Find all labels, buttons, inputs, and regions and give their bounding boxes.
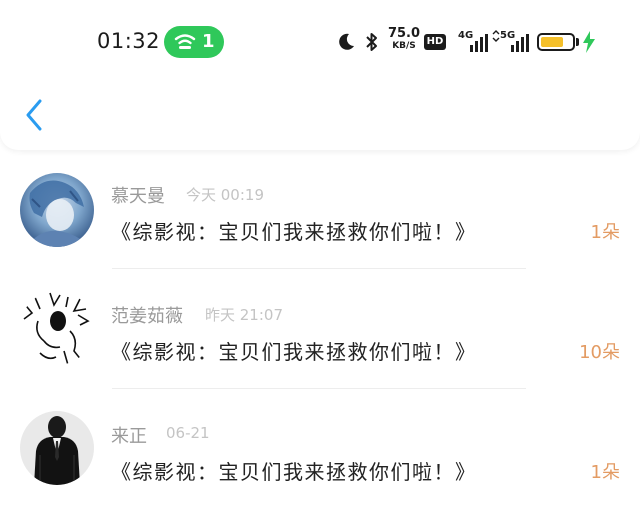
signal-icon: [470, 34, 488, 52]
status-time: 01:32: [97, 29, 161, 53]
avatar[interactable]: [20, 411, 94, 485]
hd-badge: HD: [424, 34, 446, 50]
user-name: 慕天曼: [111, 186, 165, 207]
net-speed: 75.0 KB/S: [387, 26, 421, 52]
list-item[interactable]: 范姜茹薇 昨天 21:07 《综影视：宝贝们我来拯救你们啦！》 10朵: [0, 270, 640, 390]
data-arrows-icon: [492, 30, 500, 42]
bluetooth-icon: [366, 33, 377, 51]
moon-icon: [339, 33, 354, 50]
top-header: 01:32 1 75.0 KB/S HD 4G 5G: [0, 0, 640, 150]
divider: [112, 388, 526, 389]
flower-count: 1朵: [590, 462, 620, 483]
chevron-left-icon: [26, 99, 42, 131]
list-item[interactable]: 来正 06-21 《综影视：宝贝们我来拯救你们啦！》 1朵: [0, 390, 640, 510]
battery-tip: [576, 38, 579, 46]
hotspot-count: 1: [202, 31, 215, 52]
book-title[interactable]: 《综影视：宝贝们我来拯救你们啦！》: [111, 456, 477, 485]
back-button[interactable]: [22, 96, 50, 136]
list-item[interactable]: 慕天曼 今天 00:19 《综影视：宝贝们我来拯救你们啦！》 1朵: [0, 150, 640, 270]
timestamp: 昨天 21:07: [205, 306, 283, 324]
avatar[interactable]: [20, 291, 94, 365]
user-name: 范姜茹薇: [111, 306, 183, 327]
user-name: 来正: [111, 426, 147, 447]
net-speed-value: 75.0: [387, 26, 421, 41]
divider: [112, 268, 526, 269]
signal-icon-2: [511, 34, 529, 52]
hotspot-pill: 1: [164, 26, 224, 58]
battery-icon: [537, 33, 575, 51]
flower-count: 1朵: [590, 222, 620, 243]
book-title[interactable]: 《综影视：宝贝们我来拯救你们啦！》: [111, 216, 477, 245]
battery-fill: [541, 37, 563, 47]
timestamp: 06-21: [166, 424, 210, 442]
book-title[interactable]: 《综影视：宝贝们我来拯救你们啦！》: [111, 336, 477, 365]
hotspot-icon: [174, 34, 196, 49]
charging-bolt-icon: [583, 31, 595, 53]
timestamp: 今天 00:19: [186, 186, 264, 204]
net-speed-unit: KB/S: [392, 41, 416, 51]
avatar[interactable]: [20, 173, 94, 247]
flower-count: 10朵: [579, 342, 620, 363]
